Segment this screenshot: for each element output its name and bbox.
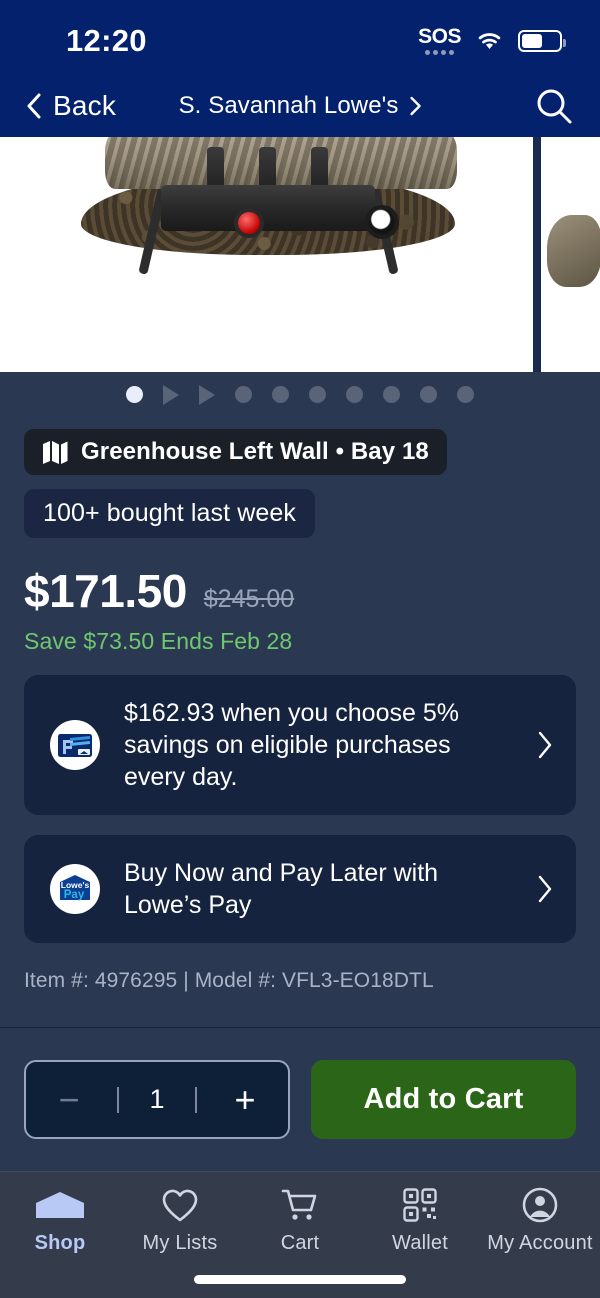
- status-bar: 12:20 SOS: [0, 0, 600, 75]
- chevron-right-icon: [410, 96, 421, 116]
- battery-icon: [518, 29, 566, 52]
- current-price: $171.50: [24, 565, 187, 617]
- carousel-dot[interactable]: [126, 386, 143, 403]
- ignitor-button: [237, 212, 260, 234]
- product-photo: [57, 137, 477, 372]
- tab-my-lists[interactable]: My Lists: [120, 1188, 240, 1255]
- signal-dots: [425, 50, 455, 55]
- carousel-dot[interactable]: [383, 386, 400, 403]
- back-button-label: Back: [53, 90, 117, 121]
- tab-wallet[interactable]: Wallet: [360, 1188, 480, 1255]
- home-indicator: [194, 1275, 406, 1284]
- tab-shop[interactable]: Shop: [0, 1188, 120, 1255]
- store-name-label: S. Savannah Lowe's: [178, 92, 399, 119]
- aisle-location-label: Greenhouse Left Wall • Bay 18: [81, 438, 429, 465]
- tab-cart-label: Cart: [280, 1232, 320, 1254]
- back-button[interactable]: Back: [26, 90, 116, 122]
- navigation-header: Back S. Savannah Lowe's: [0, 75, 600, 137]
- tab-wallet-label: Wallet: [391, 1232, 449, 1254]
- carousel-dot[interactable]: [457, 386, 474, 403]
- gas-log: [104, 137, 457, 189]
- carousel-video-indicator[interactable]: [199, 384, 215, 405]
- map-icon: [43, 441, 68, 464]
- tab-shop-label: Shop: [34, 1232, 86, 1254]
- status-bar-indicators: SOS: [418, 20, 566, 55]
- credit-card-promo[interactable]: $162.93 when you choose 5% savings on el…: [24, 675, 576, 815]
- svg-text:Pay: Pay: [64, 889, 85, 901]
- qr-code-icon: [403, 1188, 437, 1222]
- tab-cart[interactable]: Cart: [240, 1188, 360, 1255]
- stepper-divider: [195, 1086, 198, 1113]
- carousel-dot[interactable]: [309, 386, 326, 403]
- add-to-cart-bar: − 1 + Add to Cart: [0, 1028, 600, 1171]
- product-image-next[interactable]: [541, 137, 600, 372]
- product-details: Greenhouse Left Wall • Bay 18 100+ bough…: [0, 417, 600, 993]
- price-row: $171.50 $245.00: [24, 564, 576, 618]
- store-selector[interactable]: S. Savannah Lowe's: [179, 92, 422, 120]
- status-bar-time: 12:20: [66, 22, 147, 58]
- product-image-primary[interactable]: [0, 137, 533, 372]
- lowes-pay-promo-text: Buy Now and Pay Later with Lowe’s Pay: [124, 859, 439, 919]
- tab-my-account-label: My Account: [487, 1232, 593, 1254]
- quantity-decrement-button[interactable]: −: [52, 1081, 86, 1118]
- tab-my-account[interactable]: My Account: [480, 1187, 600, 1255]
- product-detail-screen: 12:20 SOS Back S. Savannah Lowe's Greenh…: [0, 0, 600, 1298]
- social-proof-badge: 100+ bought last week: [24, 489, 315, 538]
- chevron-right-icon: [538, 875, 552, 903]
- carousel-dot[interactable]: [346, 386, 363, 403]
- control-knob: [368, 209, 395, 235]
- bottom-tab-bar: Shop My Lists Cart Wallet My Account: [0, 1171, 600, 1298]
- tab-my-lists-label: My Lists: [142, 1232, 218, 1254]
- quantity-increment-button[interactable]: +: [228, 1081, 262, 1118]
- credit-card-promo-text: $162.93 when you choose 5% savings on el…: [124, 699, 459, 791]
- lowes-pay-promo[interactable]: Lowe's Pay Buy Now and Pay Later with Lo…: [24, 835, 576, 943]
- quantity-value: 1: [149, 1084, 165, 1114]
- carousel-video-indicator[interactable]: [163, 384, 179, 405]
- carousel-indicators[interactable]: [0, 372, 600, 417]
- heart-icon: [162, 1188, 198, 1222]
- shopping-cart-icon: [281, 1188, 319, 1222]
- quantity-stepper[interactable]: − 1 +: [24, 1060, 290, 1139]
- carousel-dot[interactable]: [420, 386, 437, 403]
- stepper-divider: [116, 1086, 119, 1113]
- savings-text: Save $73.50 Ends Feb 28: [24, 628, 293, 654]
- sos-label: SOS: [418, 25, 461, 48]
- wifi-icon: [478, 32, 501, 49]
- lowes-credit-card-icon: [50, 720, 100, 770]
- add-to-cart-button[interactable]: Add to Cart: [311, 1060, 576, 1139]
- item-model-number: Item #: 4976295 | Model #: VFL3-EO18DTL: [24, 969, 434, 992]
- sos-indicator: SOS: [418, 26, 461, 55]
- carousel-dot[interactable]: [272, 386, 289, 403]
- store-icon: [32, 1188, 88, 1222]
- aisle-location-badge[interactable]: Greenhouse Left Wall • Bay 18: [24, 429, 447, 475]
- chevron-left-icon: [27, 93, 41, 119]
- burner-bar: [160, 185, 375, 231]
- lowes-pay-icon: Lowe's Pay: [50, 864, 100, 914]
- chevron-right-icon: [538, 731, 552, 759]
- original-price: $245.00: [203, 585, 295, 613]
- carousel-dot[interactable]: [235, 386, 252, 403]
- product-image-carousel[interactable]: [0, 137, 600, 372]
- search-icon[interactable]: [534, 86, 574, 126]
- account-circle-icon: [522, 1187, 558, 1223]
